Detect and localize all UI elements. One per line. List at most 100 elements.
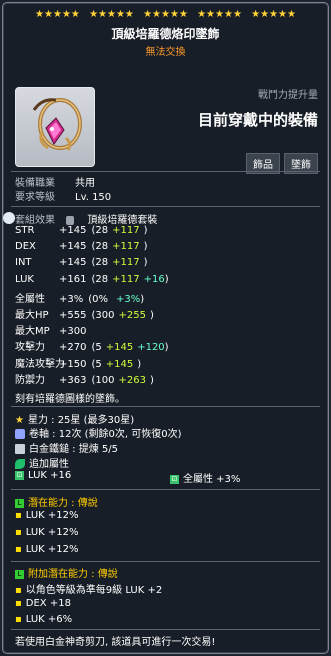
stat-base: (0%: [88, 293, 109, 305]
stat-bonus: +145: [105, 342, 134, 354]
stat-badge-icon: ⊡: [15, 470, 24, 480]
stat-base: (300: [91, 310, 115, 321]
hammer-info: 白金鐵鎚 : 提煉 5/5: [15, 440, 118, 455]
stat-total: +300: [59, 326, 87, 338]
stat-bonus: +117: [112, 273, 140, 285]
additional-potential-line: ▪ DEX +18: [15, 598, 71, 609]
stat-close: ): [140, 293, 145, 305]
cursor-icon: [3, 212, 15, 224]
stat-bonus: +117: [112, 225, 140, 236]
stat-name: 魔法攻擊力: [15, 358, 65, 370]
additional-potential-line: ▪ LUK +6%: [15, 614, 73, 625]
stat-close: ): [143, 241, 148, 253]
stat-total: +270: [59, 342, 87, 354]
stat-close: ): [164, 342, 169, 354]
stat-close: ): [149, 310, 154, 321]
extra-attr-item: ⊡ 全屬性 +3%: [170, 474, 241, 485]
stat-close: ): [143, 257, 148, 269]
additional-potential-line: ▪ 以角色等級為準每9級 LUK +2: [15, 585, 163, 596]
stat-total: +363: [59, 374, 87, 386]
stat-base: (28: [91, 257, 109, 269]
stat-bonus: +145: [105, 358, 134, 370]
star-icon: ★: [15, 415, 24, 426]
stat-row: 最大MP +300: [15, 322, 99, 337]
divider: [11, 489, 320, 490]
pendant-icon: [32, 98, 82, 151]
stat-name: STR: [15, 225, 35, 236]
stat-row: STR +145 (28 +117): [15, 225, 147, 236]
stat-row: 攻擊力 +270 (5 +145 +120): [15, 338, 169, 353]
potential-line: ▪ LUK +12%: [15, 510, 79, 521]
stat-total: +161: [59, 273, 87, 285]
combat-power-value: 目前穿戴中的裝備: [197, 111, 318, 129]
stat-base: (5: [91, 342, 102, 354]
stat-total: +3%: [59, 293, 84, 305]
requirement-row: 要求等級 Lv. 150: [15, 192, 112, 203]
potential-header: L 潛在能力 : 傳說: [15, 494, 98, 509]
hammer-icon: [15, 444, 25, 454]
star-group: ★★★★★: [197, 9, 242, 20]
divider: [11, 171, 320, 172]
additional-potential-header: L 附加潛在能力 : 傳說: [15, 565, 118, 580]
stat-base: (100: [91, 374, 115, 386]
stat-bonus: +117: [112, 241, 140, 253]
stat-close: ): [164, 273, 169, 285]
stat-close: ): [137, 358, 142, 370]
stat-bonus: +117: [112, 257, 140, 269]
stat-name: LUK: [15, 273, 34, 285]
stat-row: DEX +145 (28 +117): [15, 241, 147, 252]
stat-total: +145: [59, 241, 87, 253]
stat-row: 全屬性 +3% (0% +3%): [15, 290, 144, 305]
divider: [11, 629, 320, 630]
item-image-frame: [15, 87, 95, 167]
item-title: 頂級培羅德烙印墜飾: [111, 27, 220, 41]
scissors-note: 若使用白金神奇剪刀, 該道具可進行一次交易!: [15, 637, 216, 648]
potential-line: ▪ LUK +12%: [15, 527, 79, 538]
stat-bonus: +255: [118, 310, 146, 321]
stat-base: (28: [91, 225, 109, 236]
leaf-icon: [15, 459, 25, 469]
legendary-badge-icon: L: [15, 498, 24, 508]
extra-attr-item: ⊡ LUK +16: [15, 470, 72, 481]
star-group: ★★★★★: [143, 9, 188, 20]
stat-total: +145: [59, 257, 87, 269]
set-effect-row: 套組效果 頂級培羅德套裝: [15, 211, 157, 226]
requirement-row: 裝備職業 共用: [15, 178, 95, 189]
stat-row: 最大HP +555 (300 +255): [15, 306, 154, 321]
star-group: ★★★★★: [251, 9, 296, 20]
stat-name: 最大HP: [15, 310, 49, 321]
scroll-info: 卷軸 : 12次 (剩餘0次, 可恢復0次): [15, 425, 182, 440]
item-tooltip: ★★★★★ ★★★★★ ★★★★★ ★★★★★ ★★★★★ 頂級培羅德烙印墜飾 …: [2, 2, 329, 654]
stat-extra: +3%: [116, 293, 141, 305]
divider: [11, 406, 320, 407]
stat-base: (28: [91, 241, 109, 253]
stat-row: 魔法攻擊力+150 (5 +145): [15, 355, 141, 370]
stat-badge-icon: ⊡: [170, 474, 179, 484]
star-force-info: ★ 星力 : 25星 (最多30星): [15, 415, 135, 426]
potential-line: ▪ LUK +12%: [15, 544, 79, 555]
stat-name: INT: [15, 257, 32, 269]
stat-row: INT +145 (28 +117): [15, 257, 147, 268]
legendary-badge-icon: L: [15, 569, 24, 579]
stat-bonus: +263: [118, 374, 146, 386]
divider: [11, 561, 320, 562]
divider: [11, 206, 320, 207]
stat-name: 全屬性: [15, 293, 45, 305]
stat-row: LUK +161 (28 +117 +16): [15, 274, 169, 285]
stat-base: (5: [91, 358, 102, 370]
stat-close: ): [143, 225, 148, 236]
lock-icon: [66, 215, 75, 225]
stat-total: +555: [59, 310, 87, 321]
star-force-row: ★★★★★ ★★★★★ ★★★★★ ★★★★★ ★★★★★: [3, 9, 328, 20]
stat-name: 最大MP: [15, 326, 50, 338]
star-group: ★★★★★: [35, 9, 80, 20]
scroll-icon: [15, 429, 25, 439]
combat-power-label: 戰鬥力提升量: [258, 90, 318, 101]
stat-extra: +16: [143, 273, 165, 285]
stat-name: DEX: [15, 241, 36, 253]
item-description: 刻有培羅德圖樣的墜飾。: [15, 394, 125, 405]
trade-status: 無法交換: [145, 47, 186, 58]
stat-total: +145: [59, 225, 87, 236]
stat-name: 攻擊力: [15, 342, 45, 354]
star-group: ★★★★★: [89, 9, 134, 20]
